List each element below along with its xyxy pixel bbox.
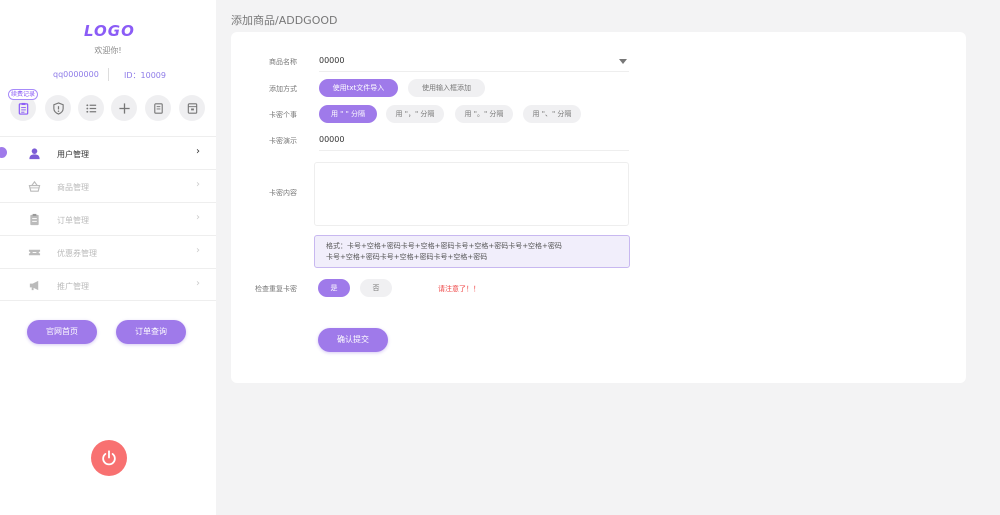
sidebar-item-label: 订单管理 xyxy=(57,216,89,225)
clipboard-icon xyxy=(18,102,28,115)
page-title: 添加商品/ADDGOOD xyxy=(231,14,338,27)
product-name-label: 商品名称 xyxy=(269,58,297,66)
power-icon xyxy=(102,450,116,466)
sidebar-item-label: 商品管理 xyxy=(57,183,89,192)
logout-button[interactable] xyxy=(91,440,127,476)
sidebar-item-label: 优惠券管理 xyxy=(57,249,97,258)
separator-enum-comma[interactable]: 用 "、" 分隔 xyxy=(523,105,581,123)
active-indicator xyxy=(0,147,7,158)
sidebar-item-products[interactable]: 商品管理 › xyxy=(0,169,216,202)
add-quick-button[interactable] xyxy=(111,95,137,121)
divider xyxy=(108,68,109,81)
sidebar-menu: 用户管理 › 商品管理 › 订单管理 › 优惠券管理 › 推广管理 › xyxy=(0,136,216,301)
dup-no-button[interactable]: 否 xyxy=(360,279,392,297)
divider xyxy=(319,150,629,151)
sidebar-item-orders[interactable]: 订单管理 › xyxy=(0,202,216,235)
separator-space[interactable]: 用 " " 分隔 xyxy=(319,105,377,123)
shield-quick-button[interactable] xyxy=(45,95,71,121)
caret-down-icon[interactable] xyxy=(619,59,627,64)
list-icon xyxy=(85,103,96,113)
dup-check-label: 检查重复卡密 xyxy=(255,285,297,293)
user-id: ID：10009 xyxy=(124,71,166,80)
product-name-select[interactable]: 00000 xyxy=(319,56,344,65)
demo-label: 卡密演示 xyxy=(269,137,297,145)
quick-badge: 续费记录 xyxy=(8,89,39,100)
user-icon xyxy=(29,148,40,160)
logo: LOGO xyxy=(84,22,135,40)
welcome-text: 欢迎你! xyxy=(94,46,122,55)
demo-field[interactable]: 00000 xyxy=(319,135,344,144)
format-hint: 格式：卡号+空格+密码卡号+空格+密码卡号+空格+密码卡号+空格+密码 卡号+空… xyxy=(314,235,630,268)
basket-icon xyxy=(28,180,41,192)
document-quick-button[interactable] xyxy=(145,95,171,121)
ticket-icon xyxy=(28,249,41,256)
add-product-form: 商品名称 00000 添加方式 使用txt文件导入 使用输入框添加 卡密个事 用… xyxy=(231,32,966,383)
sidebar-item-promotion[interactable]: 推广管理 › xyxy=(0,268,216,301)
sidebar-item-users[interactable]: 用户管理 › xyxy=(0,136,216,169)
warning-text: 请注意了！！ xyxy=(438,285,480,293)
separator-period[interactable]: 用 "。" 分隔 xyxy=(455,105,513,123)
sidebar-item-label: 推广管理 xyxy=(57,282,89,291)
method-txt-import[interactable]: 使用txt文件导入 xyxy=(319,79,398,97)
document-icon xyxy=(153,102,163,114)
dup-yes-button[interactable]: 是 xyxy=(318,279,350,297)
order-query-button[interactable]: 订单查询 xyxy=(116,320,186,344)
archive-quick-button[interactable] xyxy=(179,95,205,121)
account-name: qq0000000 xyxy=(53,70,99,79)
megaphone-icon xyxy=(29,280,39,291)
separator-comma[interactable]: 用 "，" 分隔 xyxy=(386,105,444,123)
clipboard-icon xyxy=(30,213,39,226)
sidebar: LOGO 欢迎你! qq0000000 ID：10009 续费记录 用户管理 ›… xyxy=(0,0,216,515)
homepage-button[interactable]: 官网首页 xyxy=(27,320,97,344)
method-label: 添加方式 xyxy=(269,85,297,93)
hint-line: 卡号+空格+密码卡号+空格+密码卡号+空格+密码 xyxy=(326,253,488,261)
plus-icon xyxy=(118,102,130,114)
chevron-right-icon: › xyxy=(196,179,200,190)
submit-button[interactable]: 确认提交 xyxy=(318,328,388,352)
hint-line: 格式：卡号+空格+密码卡号+空格+密码卡号+空格+密码卡号+空格+密码 xyxy=(326,242,562,250)
chevron-right-icon: › xyxy=(196,245,200,256)
method-input-add[interactable]: 使用输入框添加 xyxy=(408,79,485,97)
list-quick-button[interactable] xyxy=(78,95,104,121)
chevron-right-icon: › xyxy=(196,212,200,223)
shield-alert-icon xyxy=(52,101,64,115)
per-card-label: 卡密个事 xyxy=(269,111,297,119)
divider xyxy=(319,71,629,72)
chevron-right-icon: › xyxy=(196,278,200,289)
archive-icon xyxy=(187,102,197,114)
sidebar-item-coupons[interactable]: 优惠券管理 › xyxy=(0,235,216,268)
card-content-textarea[interactable] xyxy=(314,162,629,226)
chevron-right-icon: › xyxy=(196,146,200,157)
sidebar-item-label: 用户管理 xyxy=(57,150,89,159)
clipboard-quick-button[interactable]: 续费记录 xyxy=(8,89,39,121)
content-label: 卡密内容 xyxy=(269,189,297,197)
